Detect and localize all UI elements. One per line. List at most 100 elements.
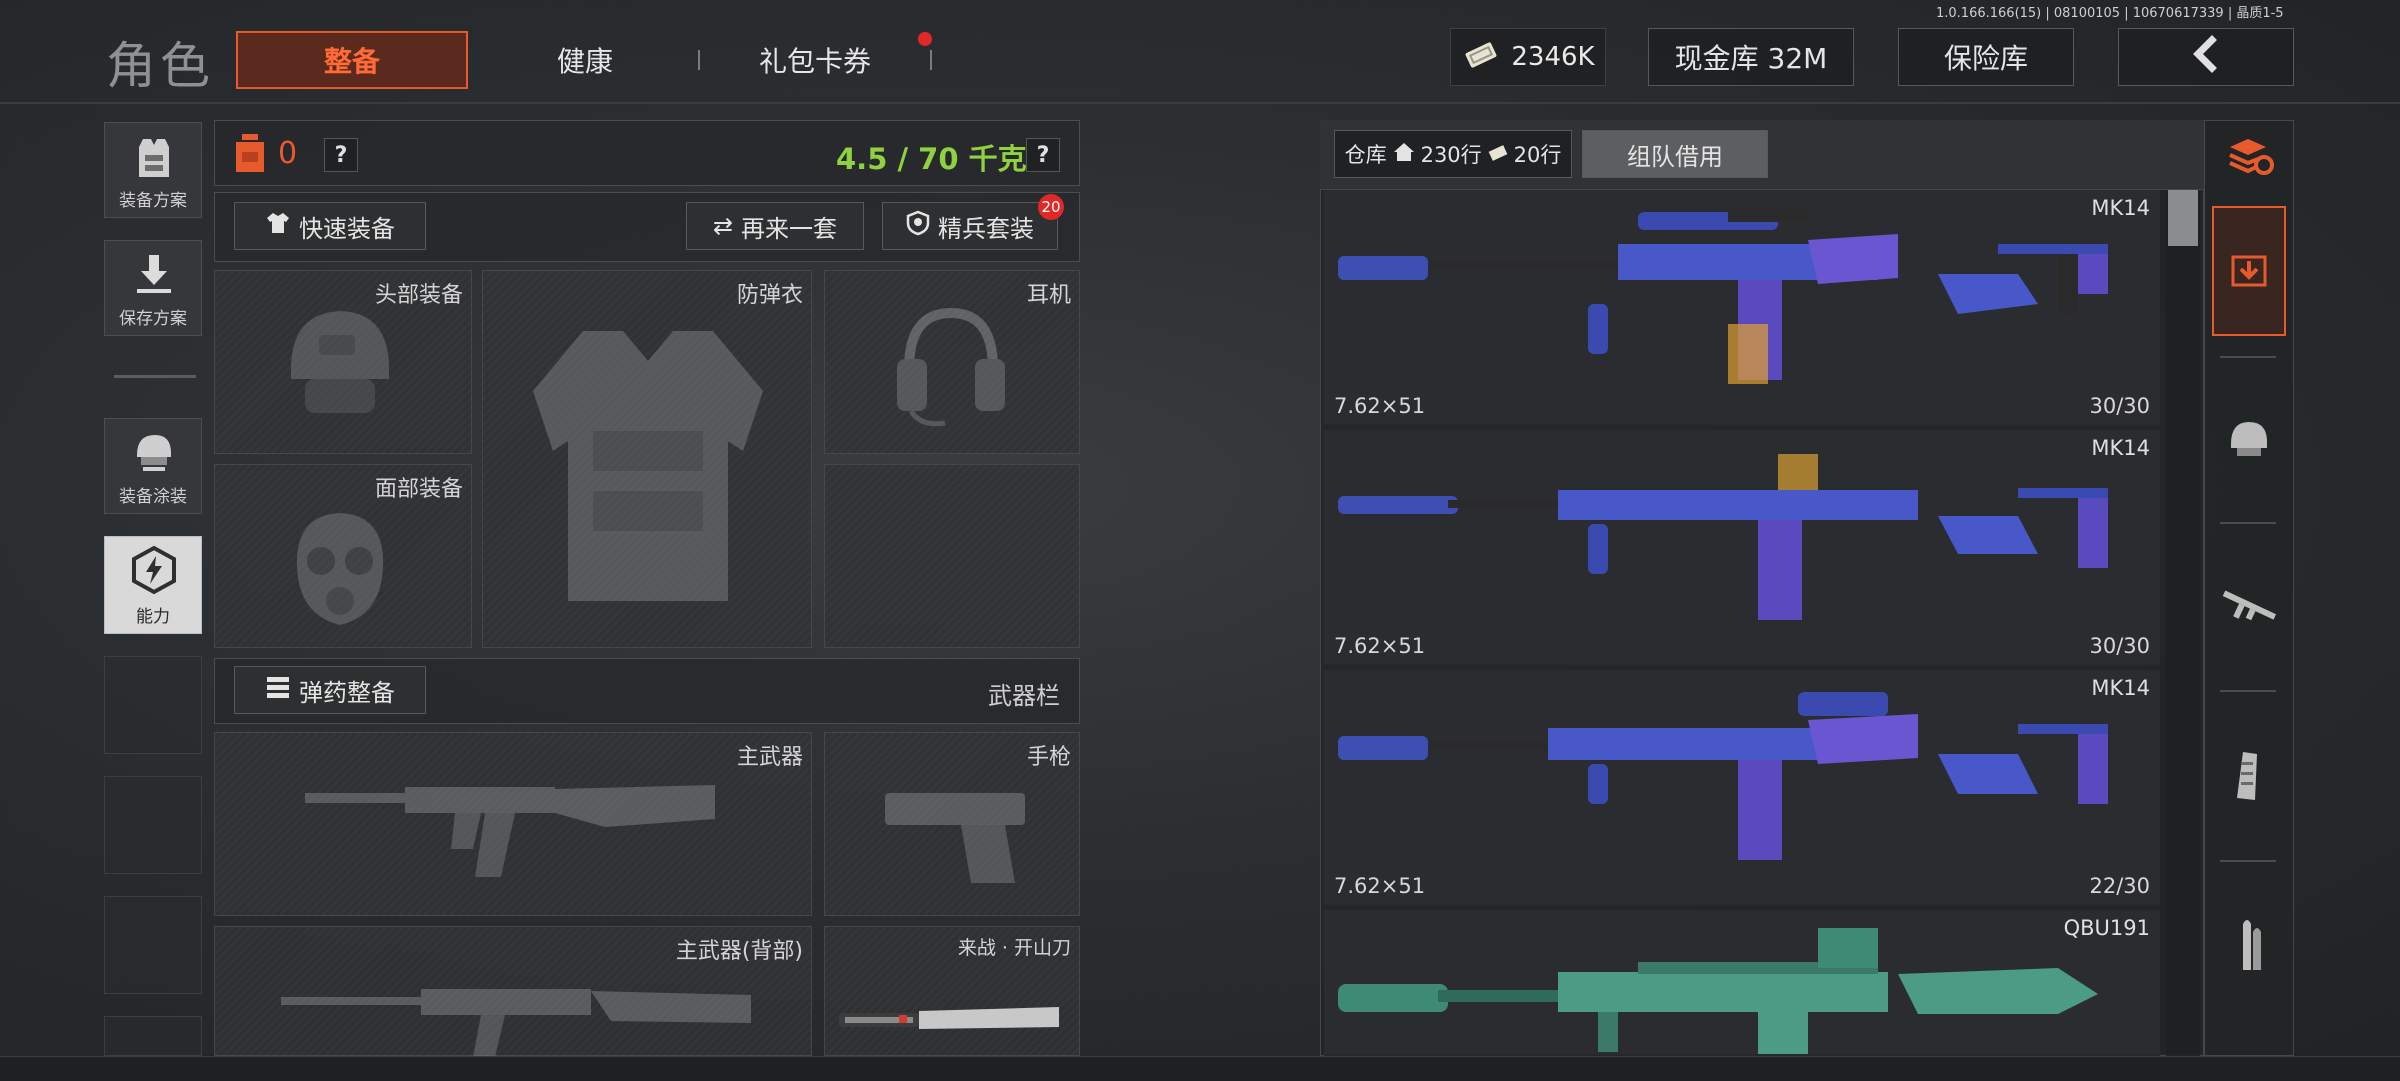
bottom-bar: [0, 1056, 2400, 1081]
tab-divider: [930, 50, 932, 70]
shield-icon: [906, 210, 930, 242]
sidebar-empty-slot: [104, 776, 202, 874]
tab-gift-cards[interactable]: 礼包卡券: [730, 31, 900, 89]
quick-equip-label: 快速装备: [299, 214, 395, 243]
list-item-weapon[interactable]: MK14 7.62×51 22/30: [1324, 670, 2160, 906]
elite-set-badge: 20: [1038, 194, 1064, 220]
tab-divider: [698, 50, 700, 70]
qbu191-rifle-image: [1338, 924, 2138, 1054]
list-item-weapon[interactable]: QBU191: [1324, 910, 2160, 1056]
storage-download-icon: [2227, 247, 2271, 295]
magazine-filter-icon[interactable]: [2214, 736, 2284, 816]
backpack-icon: [230, 132, 270, 178]
sidebar-item-ability[interactable]: 能力: [104, 536, 202, 634]
machete-icon: [839, 999, 1059, 1043]
helmet-filter-icon[interactable]: [2214, 398, 2284, 478]
slot-label: 面部装备: [374, 477, 463, 502]
help-button[interactable]: ?: [324, 138, 358, 172]
tab-health[interactable]: 健康: [500, 31, 670, 89]
elite-set-label: 精兵套装: [938, 214, 1034, 243]
cash-vault-button[interactable]: 现金库 32M: [1648, 28, 1854, 86]
again-set-label: 再来一套: [741, 214, 838, 243]
banknote-icon: [1461, 41, 1501, 73]
tab-prepare[interactable]: 整备: [236, 31, 468, 89]
backpack-count: 0: [278, 136, 298, 171]
sidebar-item-save-plan[interactable]: 保存方案: [104, 240, 202, 336]
storage-scrollbar-track[interactable]: [2166, 190, 2200, 1056]
mk14-rifle-image: [1338, 684, 2138, 888]
weapon-ammo: 30/30: [2089, 394, 2150, 418]
slot-headset[interactable]: 耳机: [824, 270, 1080, 454]
assault-rifle-icon: [281, 977, 761, 1061]
helmet-paint-icon: [129, 427, 179, 481]
sidebar-item-label: 装备涂装: [119, 487, 187, 507]
refresh-icon: ⇄: [712, 212, 734, 240]
gas-mask-icon: [285, 505, 395, 639]
sidebar-item-loadout-plan[interactable]: 装备方案: [104, 122, 202, 218]
slot-label: 手枪: [1026, 745, 1071, 770]
body-armor-icon: [513, 321, 783, 625]
build-info: 1.0.166.166(15) | 08100105 | 10670617339…: [1936, 6, 2284, 21]
lightning-icon: [129, 545, 179, 599]
help-label: ?: [1036, 142, 1050, 168]
storage-download-filter[interactable]: [2212, 206, 2286, 336]
storage-scrollbar-thumb[interactable]: [2168, 190, 2198, 246]
mk14-rifle-image: [1338, 444, 2138, 648]
house-icon: [1393, 142, 1415, 167]
slot-label: 来战 · 开山刀: [957, 937, 1071, 959]
tab-prepare-label: 整备: [323, 45, 380, 78]
stack-refresh-icon[interactable]: [2224, 130, 2276, 182]
slot-pistol[interactable]: 手枪: [824, 732, 1080, 916]
sidebar-divider: [114, 375, 196, 378]
storage-rows: 230行: [1420, 143, 1482, 167]
team-borrow-button[interactable]: 组队借用: [1582, 130, 1768, 178]
weapon-bar-label: 武器栏: [988, 682, 1060, 710]
slot-face[interactable]: 面部装备: [214, 464, 472, 648]
ammo-stack-icon: [265, 674, 291, 706]
header-divider: [0, 102, 2400, 104]
currency-display[interactable]: 2346K: [1450, 28, 1606, 86]
filter-divider: [2220, 860, 2276, 862]
weapon-caliber: 7.62×51: [1334, 874, 1426, 898]
sidebar-item-label: 保存方案: [119, 309, 187, 329]
team-borrow-label: 组队借用: [1627, 142, 1723, 171]
rifle-filter-icon[interactable]: [2214, 566, 2284, 646]
pistol-icon: [875, 773, 1035, 897]
slot-armor[interactable]: 防弹衣: [482, 270, 812, 648]
ticket-icon: [1488, 142, 1508, 166]
storage-filter-button[interactable]: 仓库 230行 20行: [1334, 130, 1572, 178]
slot-primary-back[interactable]: 主武器(背部): [214, 926, 812, 1057]
weapon-caliber: 7.62×51: [1334, 634, 1426, 658]
chevron-left-icon: [2186, 34, 2226, 80]
weight-display: 4.5 / 70 千克: [836, 142, 1027, 176]
list-item-weapon[interactable]: MK14 7.62×51 30/30: [1324, 430, 2160, 666]
mk14-rifle-image: [1338, 204, 2138, 408]
ammo-equip-label: 弹药整备: [299, 678, 395, 707]
page-title: 角色: [106, 37, 214, 95]
weapon-ammo: 30/30: [2089, 634, 2150, 658]
headset-icon: [891, 299, 1011, 433]
filter-divider: [2220, 356, 2276, 358]
again-set-button[interactable]: ⇄ 再来一套: [686, 202, 864, 250]
safe-vault-label: 保险库: [1943, 42, 2028, 75]
quick-equip-button[interactable]: 快速装备: [234, 202, 426, 250]
ammo-equip-button[interactable]: 弹药整备: [234, 666, 426, 714]
tab-gift-cards-label: 礼包卡券: [758, 45, 871, 78]
currency-value: 2346K: [1511, 42, 1595, 72]
sidebar-item-label: 装备方案: [119, 191, 187, 211]
back-button[interactable]: [2118, 28, 2294, 86]
slot-label: 主武器: [736, 745, 803, 770]
filter-divider: [2220, 522, 2276, 524]
weight-help-button[interactable]: ?: [1026, 138, 1060, 172]
elite-set-button[interactable]: 精兵套装: [882, 202, 1058, 250]
slot-head[interactable]: 头部装备: [214, 270, 472, 454]
storage-slots: 20行: [1513, 143, 1562, 167]
sidebar-item-gear-paint[interactable]: 装备涂装: [104, 418, 202, 514]
slot-primary-weapon[interactable]: 主武器: [214, 732, 812, 916]
list-item-weapon[interactable]: MK14 7.62×51 30/30: [1324, 190, 2160, 426]
sidebar-item-label: 能力: [136, 607, 170, 627]
safe-vault-button[interactable]: 保险库: [1898, 28, 2074, 86]
badge-count: 20: [1041, 198, 1061, 216]
bullet-filter-icon[interactable]: [2214, 906, 2284, 986]
slot-melee[interactable]: 来战 · 开山刀: [824, 926, 1080, 1056]
